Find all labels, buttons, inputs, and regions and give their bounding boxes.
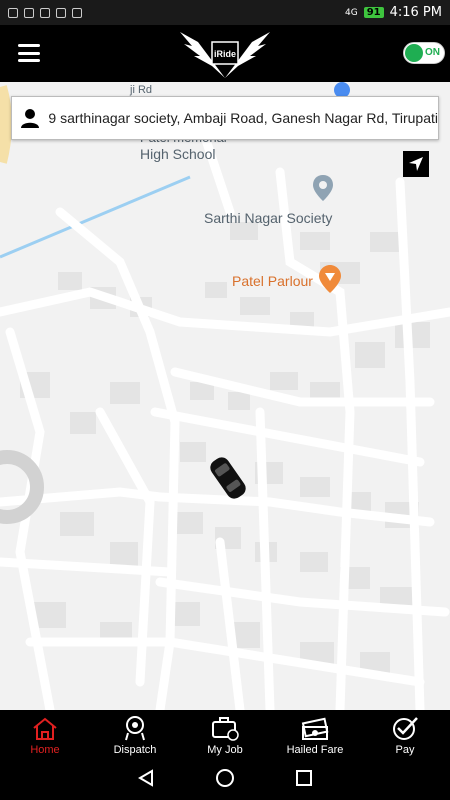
- pickup-address-field[interactable]: 9 sarthinagar society, Ambaji Road, Gane…: [11, 96, 439, 140]
- road-label: ji Rd: [130, 84, 153, 96]
- youtube-icon: [72, 7, 82, 18]
- briefcase-icon: [212, 717, 239, 741]
- poi-sarthi-label[interactable]: Sarthi Nagar Society: [204, 210, 332, 226]
- bottom-navigation: Home Dispatch My Job Hailed Fare Pay: [0, 710, 450, 760]
- user-icon: [12, 108, 48, 128]
- recents-square-icon: [296, 769, 312, 786]
- recents-button[interactable]: [295, 769, 313, 792]
- nav-hailed-fare[interactable]: Hailed Fare: [270, 710, 360, 760]
- network-label: 4G: [344, 7, 358, 18]
- my-location-button[interactable]: [403, 151, 429, 177]
- map-roads: [0, 82, 450, 710]
- nav-pay-label: Pay: [395, 744, 415, 756]
- nav-hailed-fare-label: Hailed Fare: [286, 744, 344, 756]
- toggle-label: ON: [425, 47, 440, 58]
- toggle-knob: [405, 44, 423, 62]
- nav-my-job-label: My Job: [207, 744, 243, 756]
- poi-patel-label[interactable]: Patel Parlour: [232, 273, 313, 289]
- notification-icons: [8, 7, 82, 18]
- nav-dispatch[interactable]: Dispatch: [90, 710, 180, 760]
- food-pin-icon: [319, 265, 341, 293]
- logo-text: iRide: [214, 49, 236, 59]
- system-icons: 4G 91 4:16 PM: [345, 5, 442, 20]
- online-toggle[interactable]: ON: [403, 42, 445, 64]
- system-navigation-bar: [0, 760, 450, 800]
- notification-icon: [40, 7, 50, 18]
- nav-my-job[interactable]: My Job: [180, 710, 270, 760]
- dispatch-icon: [125, 716, 145, 741]
- address-text: 9 sarthinagar society, Ambaji Road, Gane…: [48, 110, 438, 126]
- pay-check-icon: [393, 717, 418, 740]
- app-header: iRide ON: [0, 25, 450, 82]
- back-button[interactable]: [137, 768, 155, 792]
- nav-home[interactable]: Home: [0, 710, 90, 760]
- usb-icon: [8, 7, 18, 18]
- notification-icon: [24, 7, 34, 18]
- nav-dispatch-label: Dispatch: [113, 744, 157, 756]
- app-logo: iRide: [180, 32, 270, 78]
- battery-indicator: 91: [363, 7, 384, 18]
- back-triangle-icon: [138, 768, 153, 787]
- status-bar: 4G 91 4:16 PM: [0, 0, 450, 25]
- nav-pay[interactable]: Pay: [360, 710, 450, 760]
- notification-icon: [56, 7, 66, 18]
- nav-home-label: Home: [30, 744, 60, 756]
- home-system-button[interactable]: [215, 768, 235, 793]
- cash-icon: [301, 717, 329, 740]
- location-pin-icon: [313, 175, 333, 201]
- navigation-arrow-icon: [409, 157, 423, 171]
- clock: 4:16 PM: [389, 5, 442, 20]
- car-marker-icon: [210, 457, 246, 499]
- home-circle-icon: [216, 768, 234, 787]
- home-icon: [33, 717, 57, 740]
- menu-button[interactable]: [18, 44, 40, 62]
- map-view[interactable]: ji Rd Patel memorial High School Sarthi …: [0, 82, 450, 710]
- school-label-line2: High School: [140, 146, 216, 162]
